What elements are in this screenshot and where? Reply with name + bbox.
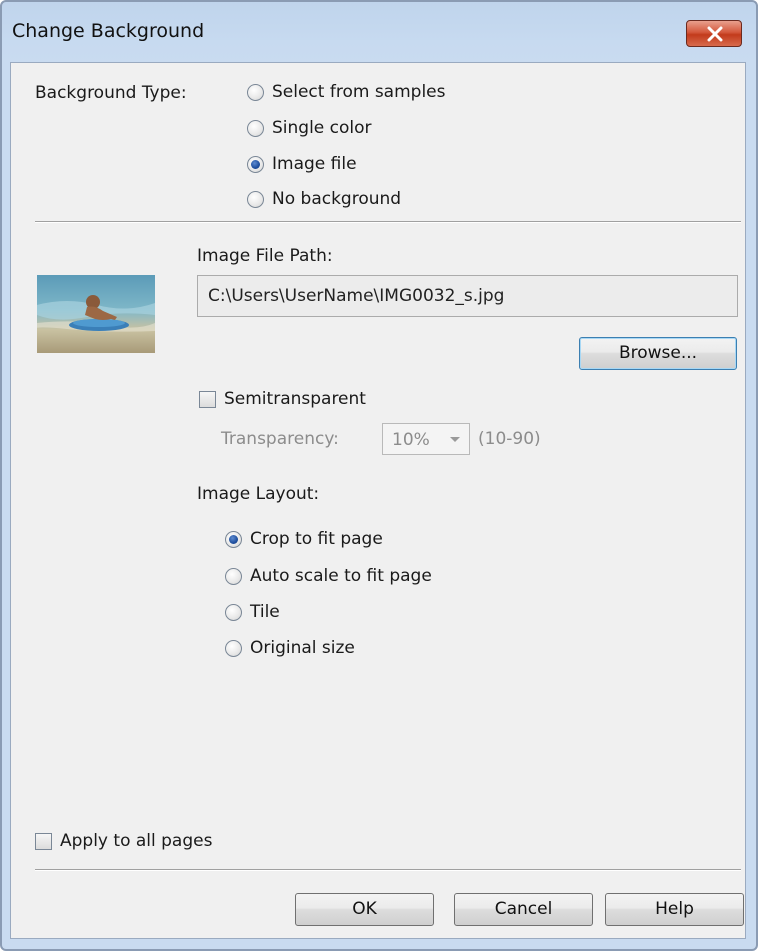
transparency-value: 10%	[392, 430, 430, 450]
radio-circle[interactable]	[247, 120, 264, 137]
title-bar[interactable]: Change Background	[2, 2, 756, 64]
image-layout-label: Image Layout:	[197, 484, 320, 504]
background-type-label: Background Type:	[35, 83, 187, 103]
radio-label: Single color	[272, 118, 372, 138]
transparency-range-hint: (10-90)	[478, 429, 541, 449]
radio-circle[interactable]	[247, 191, 264, 208]
radio-circle[interactable]	[225, 568, 242, 585]
close-button[interactable]	[686, 20, 742, 47]
image-file-path-field[interactable]: C:\Users\UserName\IMG0032_s.jpg	[197, 275, 738, 317]
semitransparent-checkbox[interactable]	[199, 391, 216, 408]
radio-label: No background	[272, 189, 402, 209]
semitransparent-label: Semitransparent	[224, 389, 366, 409]
radio-circle-selected[interactable]	[225, 531, 242, 548]
radio-circle-selected[interactable]	[247, 156, 264, 173]
separator-bottom	[35, 869, 741, 871]
cancel-button[interactable]: Cancel	[454, 893, 593, 926]
radio-dot	[251, 160, 260, 169]
radio-label: Crop to fit page	[250, 529, 383, 549]
dialog-body: Background Type: Select from samples Sin…	[10, 62, 746, 939]
chevron-down-icon	[450, 437, 460, 442]
radio-label: Select from samples	[272, 82, 446, 102]
close-icon	[707, 26, 723, 42]
radio-dot	[229, 535, 238, 544]
dialog-window: Change Background Background Type: Selec…	[0, 0, 758, 951]
radio-circle[interactable]	[247, 84, 264, 101]
image-file-path-label: Image File Path:	[197, 246, 333, 266]
image-preview-thumbnail	[37, 275, 155, 353]
radio-label: Original size	[250, 638, 355, 658]
radio-circle[interactable]	[225, 640, 242, 657]
radio-label: Image file	[272, 154, 357, 174]
radio-label: Tile	[250, 602, 280, 622]
transparency-dropdown[interactable]: 10%	[382, 423, 470, 455]
radio-circle[interactable]	[225, 604, 242, 621]
dialog-title: Change Background	[12, 20, 205, 42]
help-button[interactable]: Help	[605, 893, 744, 926]
image-file-path-value: C:\Users\UserName\IMG0032_s.jpg	[208, 286, 505, 306]
apply-to-all-pages-checkbox[interactable]	[35, 833, 52, 850]
ok-button[interactable]: OK	[295, 893, 434, 926]
browse-button[interactable]: Browse...	[579, 337, 737, 370]
transparency-label: Transparency:	[221, 429, 339, 449]
radio-label: Auto scale to fit page	[250, 566, 432, 586]
separator-top	[35, 221, 741, 223]
apply-to-all-pages-label: Apply to all pages	[60, 831, 213, 851]
